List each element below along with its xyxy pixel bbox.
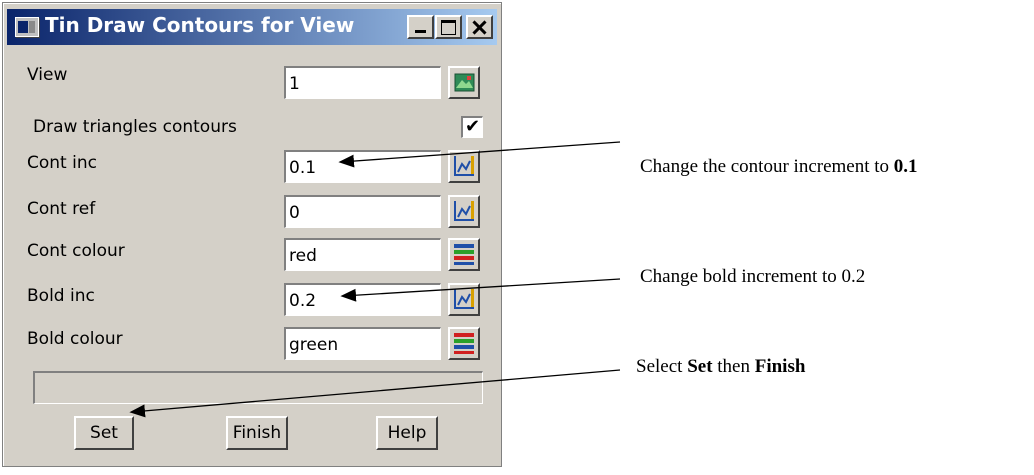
set-note: Select Set then Finish (636, 356, 805, 378)
set-note-text-2: then (712, 356, 755, 377)
cont-inc-note-value: 0.1 (893, 156, 918, 177)
cont-inc-arrow (338, 141, 621, 168)
set-note-set: Set (687, 356, 713, 377)
bold-inc-note: Change bold increment to 0.2 (640, 266, 866, 287)
cont-inc-note-text: Change the contour increment to (640, 156, 894, 177)
set-arrow (129, 369, 621, 418)
set-note-finish: Finish (754, 356, 806, 377)
bold-inc-arrow (340, 278, 621, 302)
cont-inc-note: Change the contour increment to 0.1 (640, 156, 918, 178)
set-note-text-1: Select (636, 356, 688, 377)
annotation-arrows (129, 141, 621, 418)
